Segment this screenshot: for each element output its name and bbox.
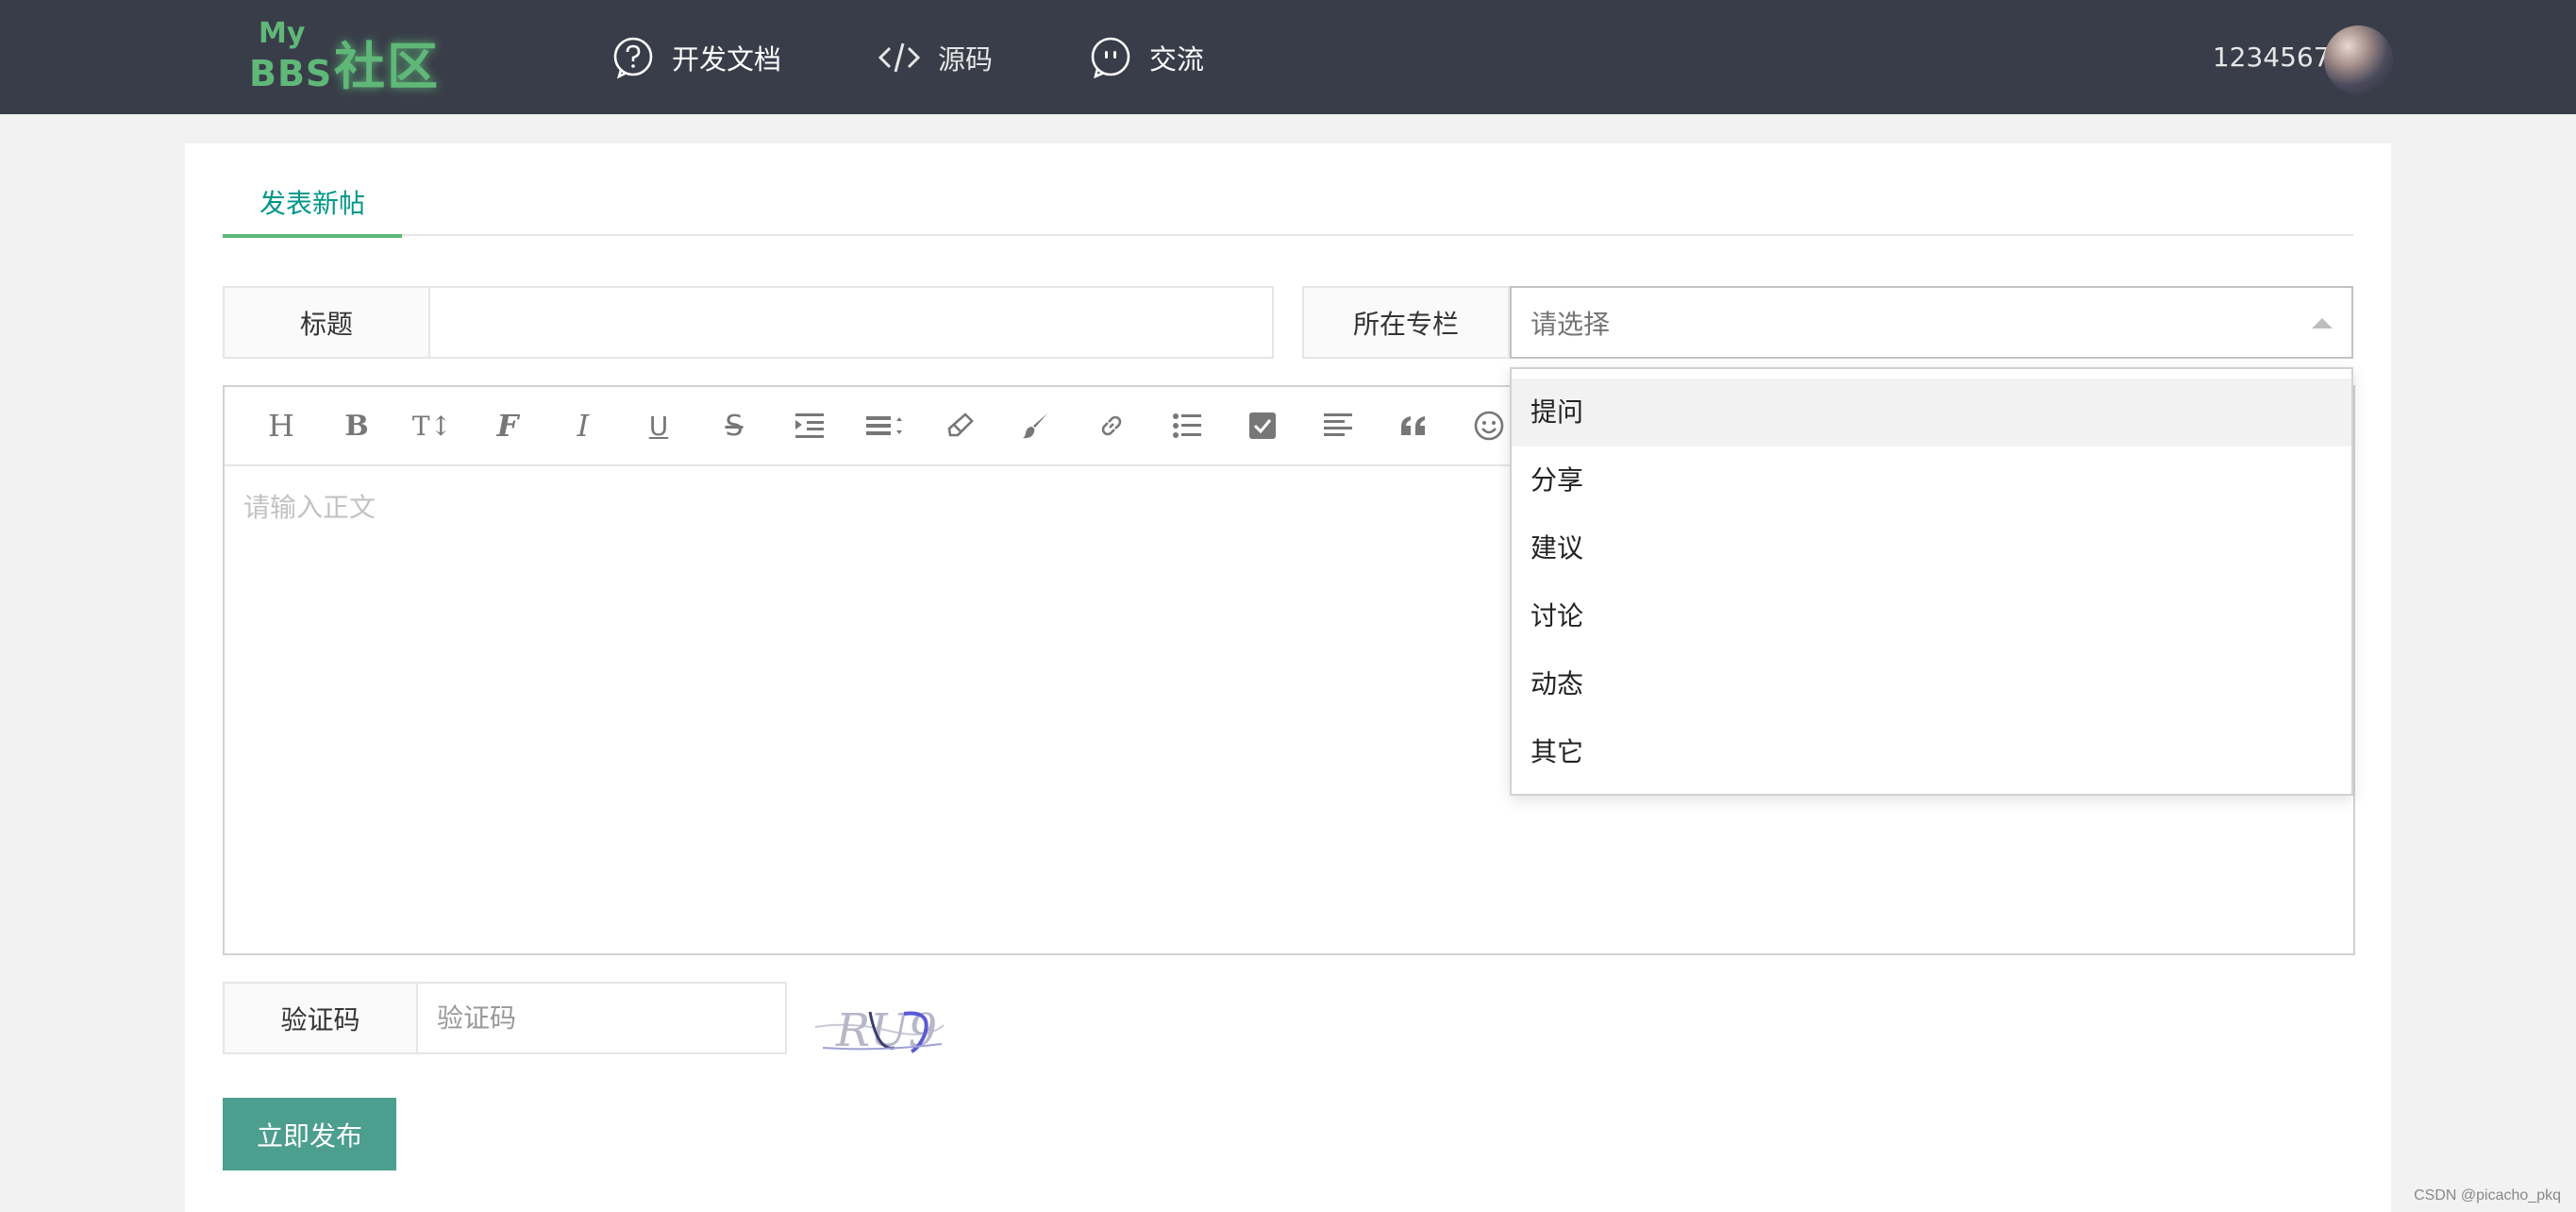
watermark: CSDN @picacho_pkq [2414,1187,2561,1204]
avatar[interactable] [2324,25,2393,94]
captcha-image[interactable]: RU9 [813,993,945,1059]
option-discussion[interactable]: 讨论 [1512,582,2351,650]
publish-button[interactable]: 立即发布 [223,1098,396,1170]
quote-icon[interactable] [1376,386,1451,465]
nav-discussion[interactable]: 交流 [1089,0,1204,114]
strikethrough-icon[interactable]: S [696,386,772,465]
italic-glyph: I [577,408,590,444]
title-field: 标题 [223,286,1274,359]
chat-bubble-icon [1091,37,1130,78]
align-icon[interactable] [1300,386,1376,465]
title-input[interactable] [430,288,1272,357]
column-dropdown: 提问 分享 建议 讨论 动态 其它 [1510,367,2353,796]
underline-glyph: U [648,410,669,442]
font-family-glyph: F [496,408,519,444]
heading-glyph: H [268,408,294,444]
site-logo[interactable]: My BBS 社区 [247,17,443,102]
column-select-placeholder: 请选择 [1531,308,1611,340]
column-field: 所在专栏 请选择 [1302,286,2353,359]
logo-my-text: My [259,17,306,50]
link-icon[interactable] [1074,386,1149,465]
option-suggestion[interactable]: 建议 [1512,514,2351,582]
nav-dev-docs[interactable]: 开发文档 [611,0,781,114]
logo-bbs-text: BBS [249,53,333,94]
bold-glyph: B [344,409,369,443]
code-icon [878,42,921,72]
list-icon[interactable] [1149,386,1225,465]
caret-up-icon [2312,318,2333,328]
username: 1234567 [2212,42,2331,73]
top-header: My BBS 社区 开发文档 源码 交流 1234567 ♂ [0,0,2576,114]
option-other[interactable]: 其它 [1512,718,2351,786]
nav-discussion-label: 交流 [1149,42,1205,76]
option-question[interactable]: 提问 [1512,379,2351,446]
font-size-glyph: T↕ [411,410,453,442]
logo-community-text: 社区 [334,37,440,96]
option-share[interactable]: 分享 [1512,446,2351,514]
nav-source-code[interactable]: 源码 [878,0,993,114]
indent-icon[interactable] [772,386,847,465]
checkbox-icon[interactable] [1225,386,1300,465]
underline-icon[interactable]: U [621,386,696,465]
brush-icon[interactable] [998,386,1074,465]
option-news[interactable]: 动态 [1512,650,2351,718]
line-height-icon[interactable] [847,386,923,465]
tab-bar: 发表新帖 [223,179,2353,238]
captcha-field: 验证码 [223,982,787,1054]
captcha-input[interactable] [418,984,785,1052]
question-bubble-icon [613,37,653,78]
tab-new-post[interactable]: 发表新帖 [223,179,402,238]
captcha-label: 验证码 [225,984,418,1052]
column-label: 所在专栏 [1304,288,1510,357]
content-textarea[interactable]: 请输入正文 [243,487,376,525]
font-size-icon[interactable]: T↕ [394,386,470,465]
nav-source-code-label: 源码 [938,42,994,76]
italic-icon[interactable]: I [545,386,621,465]
strikethrough-glyph: S [725,409,744,443]
font-family-icon[interactable]: F [470,386,545,465]
nav-dev-docs-label: 开发文档 [672,42,782,76]
title-label: 标题 [225,288,430,357]
heading-icon[interactable]: H [243,386,319,465]
eraser-icon[interactable] [923,386,998,465]
column-select[interactable]: 请选择 [1510,286,2353,359]
bold-icon[interactable]: B [319,386,394,465]
